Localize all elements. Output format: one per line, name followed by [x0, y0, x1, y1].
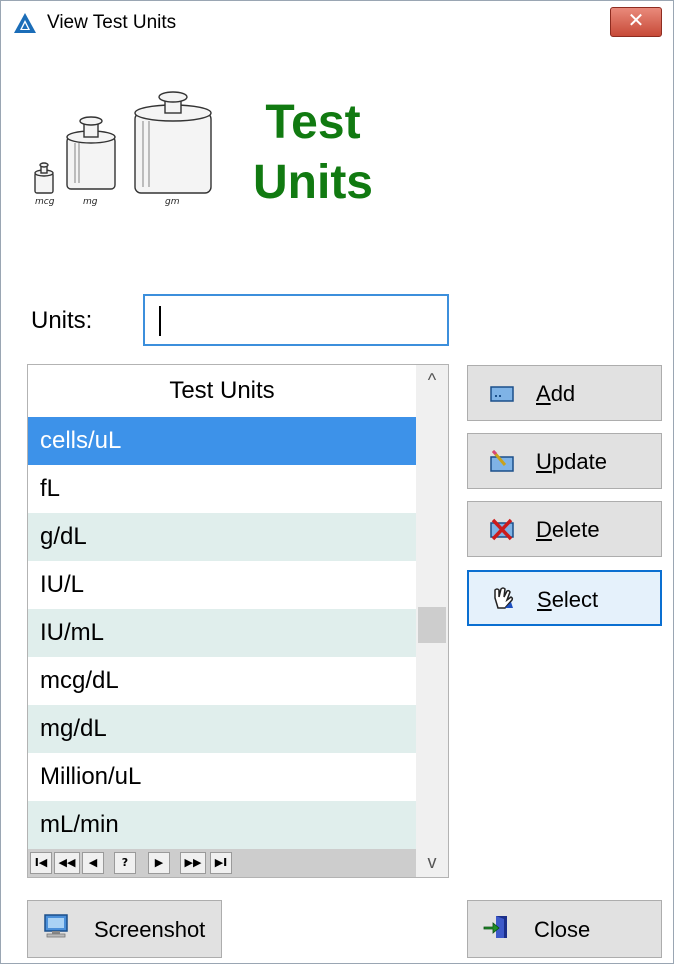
table-row[interactable]: mL/min [28, 801, 416, 849]
update-label: Update [536, 449, 607, 474]
units-label: Units: [31, 307, 93, 334]
weights-illustration: mcg mg gm [34, 91, 212, 206]
table-row[interactable]: mg/dL [28, 705, 416, 753]
heading-line-2: Units [253, 156, 373, 209]
table-row[interactable]: cells/uL [28, 417, 416, 465]
window-title: View Test Units [47, 12, 177, 33]
column-header-test-units[interactable]: Test Units [28, 365, 416, 417]
record-navigator: I◀ ◀◀ ◀ ? ▶ ▶▶ ▶I [28, 849, 416, 877]
close-button[interactable]: Close [467, 900, 662, 958]
update-button[interactable]: Update [467, 433, 662, 489]
delete-record-icon [490, 518, 514, 541]
vertical-scrollbar[interactable]: ^ v [416, 365, 448, 877]
text-caret [159, 306, 161, 336]
hand-pointer-icon [494, 587, 514, 609]
screenshot-label: Screenshot [94, 917, 206, 942]
table-row[interactable]: fL [28, 465, 416, 513]
label-mcg: mcg [35, 197, 55, 206]
title-bar: View Test Units ✕ [1, 1, 673, 45]
scrollbar-thumb[interactable] [418, 607, 446, 643]
nav-next-button[interactable]: ▶ [148, 852, 170, 874]
add-button[interactable]: Add [467, 365, 662, 421]
nav-prev-page-button[interactable]: ◀◀ [54, 852, 80, 874]
screenshot-button[interactable]: Screenshot [27, 900, 222, 958]
table-row[interactable]: Million/uL [28, 753, 416, 801]
delete-label: Delete [536, 517, 600, 542]
label-mg: mg [83, 197, 98, 206]
table-row[interactable]: IU/L [28, 561, 416, 609]
view-test-units-window: View Test Units ✕ mcg mg gm Test Units U… [0, 0, 674, 964]
scroll-down-arrow-icon[interactable]: v [416, 847, 448, 877]
edit-record-icon [490, 449, 514, 472]
nav-last-button[interactable]: ▶I [210, 852, 232, 874]
window-close-button[interactable]: ✕ [610, 7, 662, 37]
select-label: Select [537, 587, 599, 612]
heading-line-1: Test [265, 96, 361, 149]
select-button[interactable]: Select [467, 570, 662, 626]
nav-prev-button[interactable]: ◀ [82, 852, 104, 874]
add-record-icon [490, 386, 514, 402]
label-gm: gm [165, 197, 180, 206]
table-row[interactable]: mcg/dL [28, 657, 416, 705]
triangle-logo-icon [14, 13, 36, 33]
test-units-grid[interactable]: Test Units cells/uL fL g/dL IU/L IU/mL mcg/dL… [27, 364, 449, 878]
table-row[interactable]: g/dL [28, 513, 416, 561]
units-input[interactable] [143, 294, 449, 346]
delete-button[interactable]: Delete [467, 501, 662, 557]
monitor-icon [44, 914, 68, 938]
nav-first-button[interactable]: I◀ [30, 852, 52, 874]
nav-search-button[interactable]: ? [114, 852, 136, 874]
close-label: Close [534, 917, 591, 942]
exit-door-icon [483, 916, 507, 938]
scroll-up-arrow-icon[interactable]: ^ [416, 365, 448, 395]
table-row[interactable]: IU/mL [28, 609, 416, 657]
grid-rows: cells/uL fL g/dL IU/L IU/mL mcg/dL mg/dL Millio… [28, 417, 416, 849]
page-heading: Test Units [233, 93, 393, 213]
add-label: Add [536, 381, 576, 406]
nav-next-page-button[interactable]: ▶▶ [180, 852, 206, 874]
